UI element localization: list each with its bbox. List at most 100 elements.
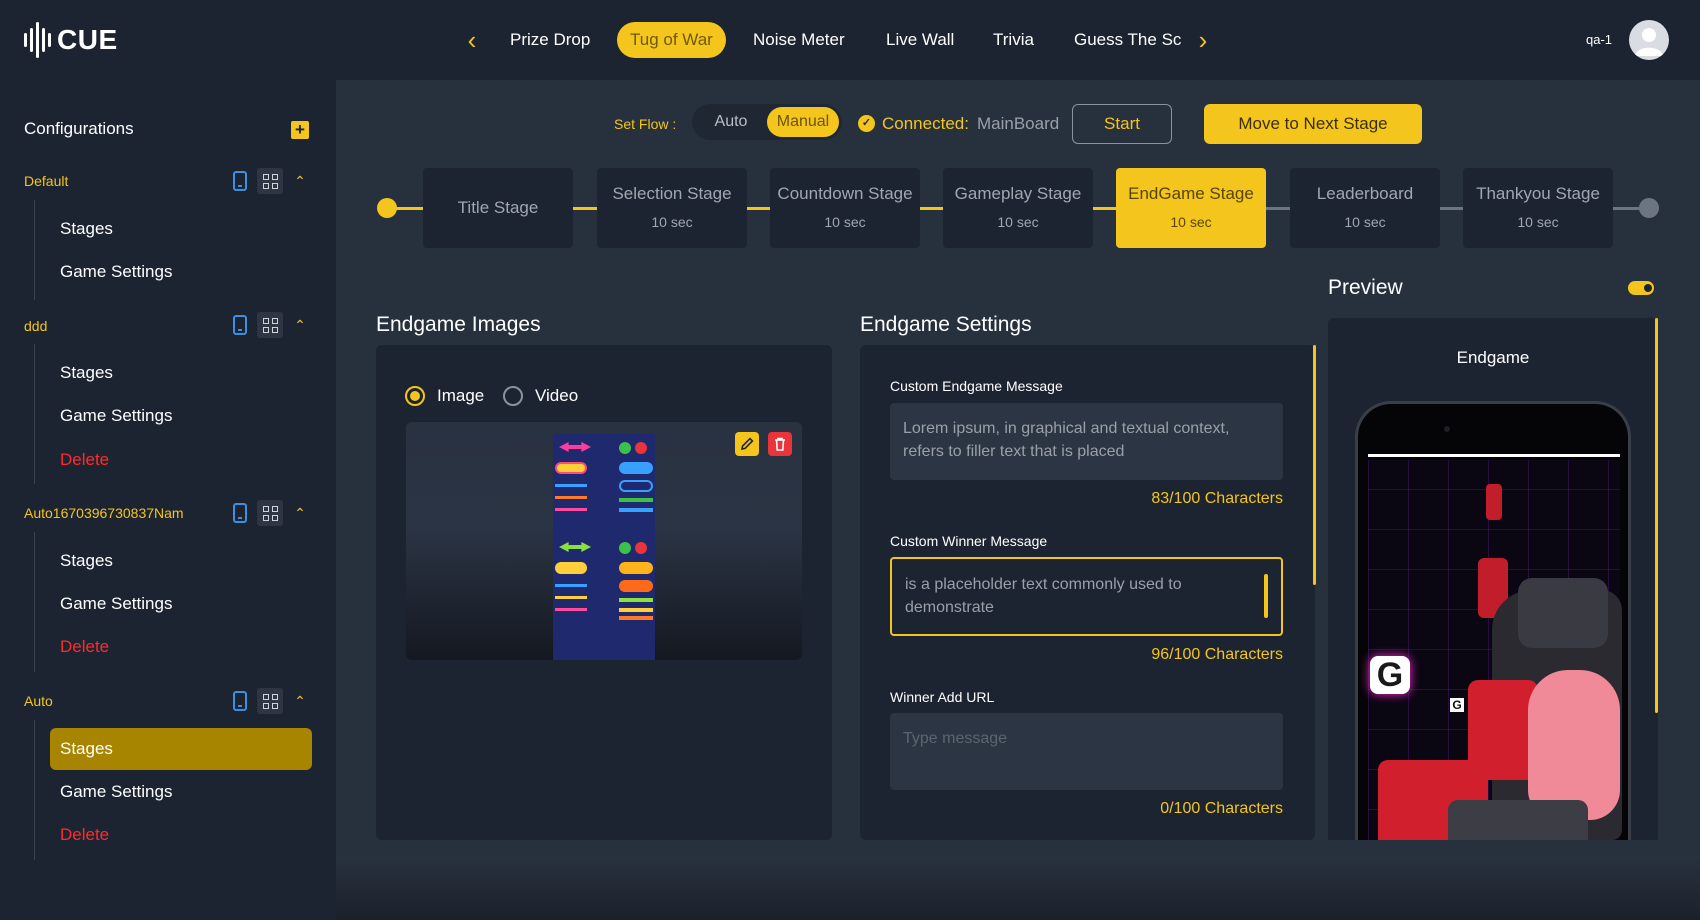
flow-option-auto[interactable]: Auto <box>695 107 767 137</box>
ui-sprite-image <box>553 434 655 660</box>
chevron-up-icon[interactable]: ⌃ <box>293 174 307 188</box>
sidebar-item-delete[interactable]: Delete <box>50 626 312 668</box>
stage-leaderboard[interactable]: Leaderboard 10 sec <box>1290 168 1440 248</box>
phone-mockup: G G <box>1355 401 1631 840</box>
config-actions: ⌃ <box>233 688 307 714</box>
plus-icon[interactable]: + <box>291 121 309 139</box>
sidebar-item-game-settings[interactable]: Game Settings <box>50 583 312 625</box>
sidebar-item-stages[interactable]: Stages <box>50 540 312 582</box>
field-scrollbar[interactable] <box>1264 574 1268 618</box>
chevron-left-icon[interactable]: ‹ <box>461 26 483 54</box>
custom-winner-message-field[interactable]: is a placeholder text commonly used to d… <box>890 557 1283 636</box>
connected-label: Connected: <box>882 114 969 133</box>
stage-name: Countdown Stage <box>777 184 913 203</box>
stage-selection[interactable]: Selection Stage 10 sec <box>597 168 747 248</box>
tree-line <box>34 720 35 860</box>
custom-endgame-message-label: Custom Endgame Message <box>890 378 1063 394</box>
flow-mode-toggle[interactable]: Auto Manual <box>692 104 842 140</box>
mobile-icon[interactable] <box>233 315 247 335</box>
connected-board: MainBoard <box>977 114 1060 133</box>
chevron-up-icon[interactable]: ⌃ <box>293 694 307 708</box>
radio-image[interactable] <box>405 386 425 406</box>
endgame-settings-title: Endgame Settings <box>860 313 1032 336</box>
custom-winner-message-label: Custom Winner Message <box>890 533 1048 549</box>
stage-name: EndGame Stage <box>1128 184 1254 203</box>
tree-line <box>34 200 35 300</box>
sidebar-item-delete[interactable]: Delete <box>50 814 312 856</box>
stage-time: 10 sec <box>1344 214 1386 230</box>
stage-end-dot <box>1639 198 1659 218</box>
stage-gameplay[interactable]: Gameplay Stage 10 sec <box>943 168 1093 248</box>
winner-add-url-field[interactable]: Type message <box>890 713 1283 790</box>
stage-endgame[interactable]: EndGame Stage 10 sec <box>1116 168 1266 248</box>
sound-wave-icon <box>24 20 51 60</box>
footer-shade <box>336 860 1700 920</box>
stage-time: 10 sec <box>1517 214 1559 230</box>
g-logo-icon: G <box>1370 656 1410 694</box>
qr-code-icon[interactable] <box>257 168 283 194</box>
chevron-right-icon[interactable]: › <box>1192 26 1214 54</box>
sidebar-item-stages-active[interactable]: Stages <box>50 728 312 770</box>
stage-countdown[interactable]: Countdown Stage 10 sec <box>770 168 920 248</box>
sidebar-item-stages[interactable]: Stages <box>50 352 312 394</box>
tree-line <box>34 344 35 484</box>
g-logo-small-icon: G <box>1450 698 1464 712</box>
qr-code-icon[interactable] <box>257 688 283 714</box>
winner-message-counter: 96/100 Characters <box>1151 646 1283 663</box>
config-actions: ⌃ <box>233 312 307 338</box>
trash-icon[interactable] <box>768 432 792 456</box>
user-avatar-icon[interactable] <box>1629 20 1669 60</box>
chevron-up-icon[interactable]: ⌃ <box>293 506 307 520</box>
stage-name: Thankyou Stage <box>1476 184 1600 203</box>
stage-thankyou[interactable]: Thankyou Stage 10 sec <box>1463 168 1613 248</box>
flow-option-manual[interactable]: Manual <box>767 107 839 137</box>
settings-scrollbar[interactable] <box>1313 345 1316 585</box>
stage-name: Selection Stage <box>612 184 732 203</box>
preview-toggle[interactable] <box>1628 281 1654 295</box>
stage-time: 10 sec <box>651 214 693 230</box>
radio-video[interactable] <box>503 386 523 406</box>
sidebar-item-game-settings[interactable]: Game Settings <box>50 251 312 293</box>
config-actions: ⌃ <box>233 500 307 526</box>
config-name[interactable]: Auto <box>24 693 53 709</box>
tab-noise-meter[interactable]: Noise Meter <box>740 22 858 58</box>
radio-image-label[interactable]: Image <box>437 386 484 406</box>
radio-video-label[interactable]: Video <box>535 386 578 406</box>
stage-time: 10 sec <box>997 214 1039 230</box>
set-flow-label: Set Flow : <box>614 116 677 132</box>
check-circle-icon: ✓ <box>858 115 875 132</box>
config-name[interactable]: Default <box>24 173 68 189</box>
mobile-icon[interactable] <box>233 171 247 191</box>
qr-code-icon[interactable] <box>257 500 283 526</box>
cue-logo[interactable]: CUE <box>24 20 118 60</box>
stage-name: Leaderboard <box>1316 184 1414 203</box>
mobile-icon[interactable] <box>233 503 247 523</box>
tab-tug-of-war[interactable]: Tug of War <box>617 22 726 58</box>
start-button[interactable]: Start <box>1072 104 1172 144</box>
stage-time: 10 sec <box>824 214 866 230</box>
image-preview[interactable] <box>406 422 802 660</box>
user-name: qa-1 <box>1586 32 1613 47</box>
sidebar-item-game-settings[interactable]: Game Settings <box>50 771 312 813</box>
preview-scrollbar[interactable] <box>1655 318 1658 713</box>
pencil-icon[interactable] <box>735 432 759 456</box>
tab-prize-drop[interactable]: Prize Drop <box>497 22 603 58</box>
tab-live-wall[interactable]: Live Wall <box>873 22 967 58</box>
tab-trivia[interactable]: Trivia <box>980 22 1047 58</box>
winner-add-url-label: Winner Add URL <box>890 689 995 705</box>
config-name[interactable]: ddd <box>24 318 47 334</box>
sidebar-item-game-settings[interactable]: Game Settings <box>50 395 312 437</box>
sidebar-item-delete[interactable]: Delete <box>50 439 312 481</box>
config-name[interactable]: Auto1670396730837Nam <box>24 505 184 521</box>
stage-title[interactable]: Title Stage <box>423 168 573 248</box>
endgame-message-counter: 83/100 Characters <box>1151 490 1283 507</box>
mobile-icon[interactable] <box>233 691 247 711</box>
qr-code-icon[interactable] <box>257 312 283 338</box>
move-next-stage-button[interactable]: Move to Next Stage <box>1204 104 1422 144</box>
tab-guess-the-sc[interactable]: Guess The Sc <box>1061 22 1194 58</box>
configurations-title: Configurations <box>24 119 134 138</box>
stage-name: Gameplay Stage <box>954 184 1082 203</box>
sidebar-item-stages[interactable]: Stages <box>50 208 312 250</box>
custom-endgame-message-field[interactable]: Lorem ipsum, in graphical and textual co… <box>890 403 1283 480</box>
chevron-up-icon[interactable]: ⌃ <box>293 318 307 332</box>
